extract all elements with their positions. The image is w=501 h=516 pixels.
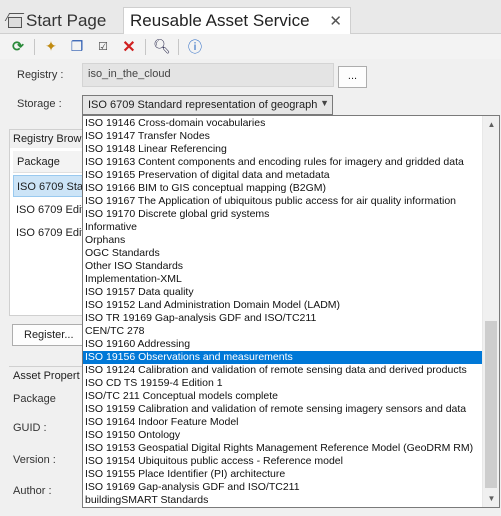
registry-label: Registry :	[17, 69, 64, 81]
dropdown-option[interactable]: ISO CD TS 19159-4 Edition 1	[83, 377, 482, 390]
tab-start-page-label: Start Page	[26, 10, 107, 30]
dropdown-option[interactable]: ISO 19124 Calibration and validation of …	[83, 364, 482, 377]
dropdown-option[interactable]: ISO 19148 Linear Referencing	[83, 143, 482, 156]
dropdown-option[interactable]: CEN/TC 278	[83, 325, 482, 338]
tab-start-page[interactable]: Start Page	[6, 7, 121, 34]
dropdown-option[interactable]: ISO 19155 Place Identifier (PI) architec…	[83, 468, 482, 481]
scrollbar-thumb[interactable]	[485, 321, 497, 488]
author-label: Author :	[13, 485, 52, 497]
dropdown-option[interactable]: ISO 19152 Land Administration Domain Mod…	[83, 299, 482, 312]
help-icon[interactable]: ⓘ	[185, 37, 205, 57]
dropdown-option[interactable]: ISO 19170 Discrete global grid systems	[83, 208, 482, 221]
scroll-down-icon[interactable]: ▼	[483, 490, 499, 507]
package-column-header[interactable]: Package	[13, 151, 83, 173]
tab-reusable-asset-service-label: Reusable Asset Service	[130, 11, 310, 30]
refresh-icon[interactable]: ⟳	[8, 37, 28, 57]
dropdown-option[interactable]: ISO 19159 Calibration and validation of …	[83, 403, 482, 416]
registry-browser-title: Registry Brow	[10, 130, 84, 148]
dropdown-option[interactable]: ISO 19146 Cross-domain vocabularies	[83, 117, 482, 130]
dropdown-option[interactable]: ISO 19156 Observations and measurements	[83, 351, 482, 364]
toolbar-separator	[145, 38, 146, 55]
package-row[interactable]: ISO 6709 Edit	[13, 199, 83, 221]
registry-browser-panel: Registry Brow Package ISO 6709 Star ISO …	[9, 129, 84, 316]
version-label: Version :	[13, 454, 56, 466]
close-icon[interactable]: ✕	[329, 12, 342, 30]
dropdown-option[interactable]: ISO 19164 Indoor Feature Model	[83, 416, 482, 429]
dropdown-option[interactable]: Informative	[83, 221, 482, 234]
package-row[interactable]: ISO 6709 Edit	[13, 222, 83, 244]
tab-bar: Start Page Reusable Asset Service ✕	[0, 0, 501, 34]
dropdown-option[interactable]: ISO 19147 Transfer Nodes	[83, 130, 482, 143]
dropdown-option[interactable]: ISO 19163 Content components and encodin…	[83, 156, 482, 169]
storage-dropdown-list[interactable]: ISO 19146 Cross-domain vocabularies ISO 1…	[82, 115, 500, 508]
storage-label: Storage :	[17, 98, 62, 110]
storage-select-value: ISO 6709 Standard representation of geog…	[88, 99, 318, 111]
package-label: Package	[13, 393, 56, 405]
storage-select[interactable]: ISO 6709 Standard representation of geog…	[82, 95, 333, 115]
toolbar-separator	[178, 38, 179, 55]
dropdown-option[interactable]: buildingSMART Standards	[83, 494, 482, 507]
scroll-up-icon[interactable]: ▲	[483, 116, 499, 133]
home-icon	[6, 13, 22, 29]
dropdown-options: ISO 19146 Cross-domain vocabularies ISO 1…	[83, 117, 482, 507]
dropdown-scrollbar[interactable]: ▲ ▼	[482, 116, 499, 507]
dropdown-option[interactable]: ISO TR 19169 Gap-analysis GDF and ISO/TC…	[83, 312, 482, 325]
delete-icon[interactable]: ✕	[119, 37, 139, 57]
new-icon[interactable]: ✦	[41, 37, 61, 57]
asset-properties-title: Asset Propert	[13, 370, 80, 382]
registry-field: iso_in_the_cloud	[82, 63, 334, 87]
checklist-icon[interactable]: ☑	[93, 37, 113, 57]
dropdown-option[interactable]: ISO 19166 BIM to GIS conceptual mapping …	[83, 182, 482, 195]
dropdown-option[interactable]: ISO 19169 Gap-analysis GDF and ISO/TC211	[83, 481, 482, 494]
dropdown-option[interactable]: ISO 19160 Addressing	[83, 338, 482, 351]
dropdown-option[interactable]: Orphans	[83, 234, 482, 247]
chevron-down-icon[interactable]: ▼	[317, 98, 329, 108]
package-row[interactable]: ISO 6709 Star	[13, 175, 83, 197]
dropdown-option[interactable]: OGC Standards	[83, 247, 482, 260]
guid-label: GUID :	[13, 422, 47, 434]
browse-button[interactable]: ...	[338, 66, 367, 88]
toolbar: ⟳ ✦ ❐ ☑ ✕ 🔍︎ ⓘ	[0, 34, 501, 59]
dropdown-option[interactable]: ISO 19165 Preservation of digital data a…	[83, 169, 482, 182]
dropdown-option[interactable]: ISO 19150 Ontology	[83, 429, 482, 442]
dropdown-option[interactable]: ISO 19154 Ubiquitous public access - Ref…	[83, 455, 482, 468]
register-button[interactable]: Register...	[12, 324, 84, 346]
search-icon[interactable]: 🔍︎	[152, 37, 172, 57]
dropdown-option[interactable]: ISO 19167 The Application of ubiquitous …	[83, 195, 482, 208]
dropdown-option[interactable]: ISO/TC 211 Conceptual models complete	[83, 390, 482, 403]
copy-icon[interactable]: ❐	[67, 37, 87, 57]
toolbar-separator	[34, 38, 35, 55]
dropdown-option[interactable]: Other ISO Standards	[83, 260, 482, 273]
tab-reusable-asset-service[interactable]: Reusable Asset Service ✕	[123, 7, 351, 34]
dropdown-option[interactable]: ISO 19153 Geospatial Digital Rights Mana…	[83, 442, 482, 455]
dropdown-option[interactable]: ISO 19157 Data quality	[83, 286, 482, 299]
dropdown-option[interactable]: Implementation-XML	[83, 273, 482, 286]
